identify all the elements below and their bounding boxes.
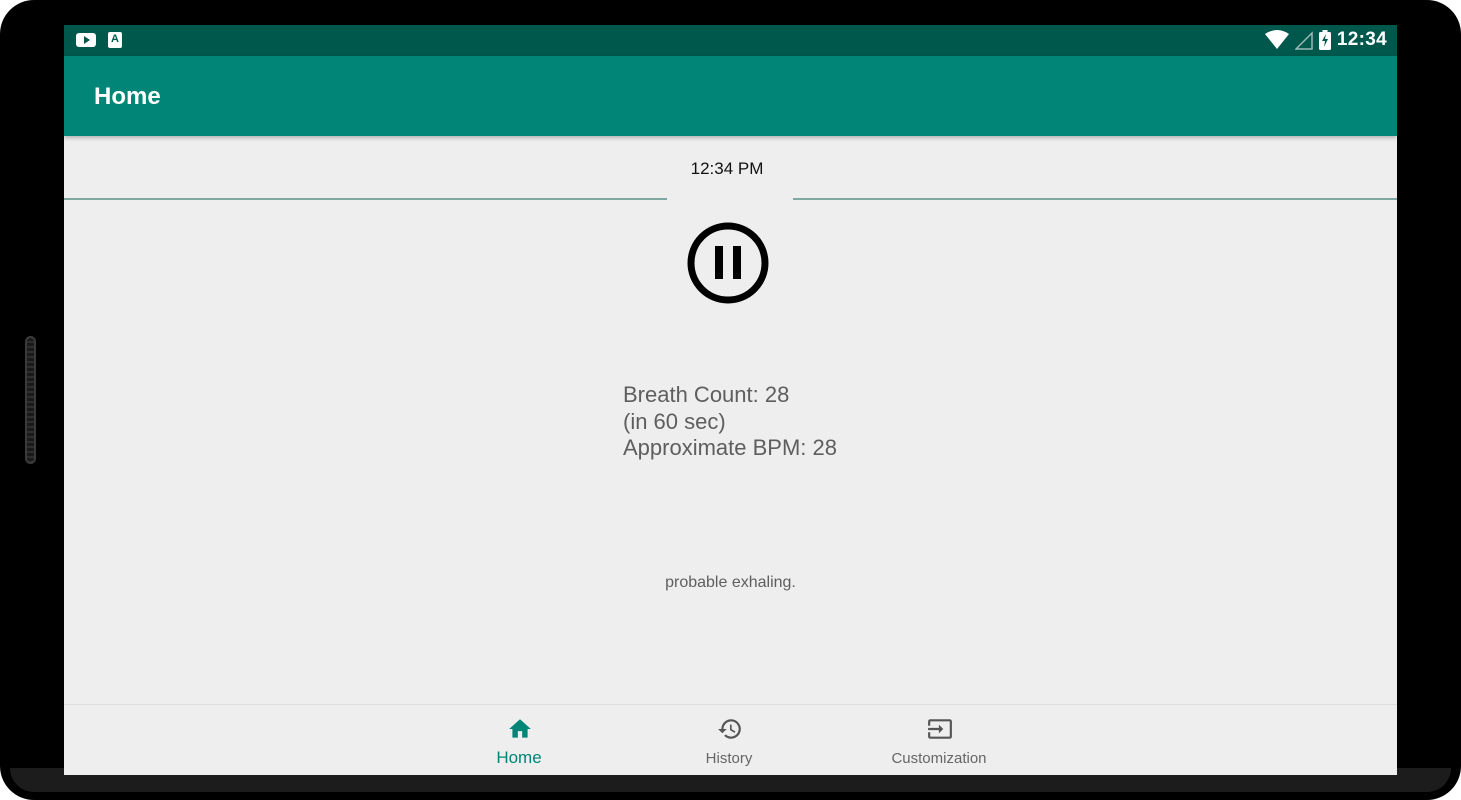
breathing-status-text: probable exhaling. bbox=[665, 574, 796, 591]
input-icon bbox=[928, 719, 952, 739]
cell-signal-icon bbox=[1294, 31, 1313, 50]
bottom-navigation: Home History Customization bbox=[64, 704, 1397, 775]
status-notification-icons: A bbox=[76, 32, 122, 48]
status-clock: 12:34 bbox=[1336, 29, 1387, 50]
pause-button[interactable] bbox=[686, 221, 770, 305]
bpm-text: Approximate BPM: 28 bbox=[623, 435, 837, 460]
divider-right bbox=[793, 198, 1397, 200]
nav-label-home: Home bbox=[496, 748, 542, 767]
breath-info: Breath Count: 28 (in 60 sec) Approximate… bbox=[623, 382, 837, 462]
nav-label-history: History bbox=[705, 750, 753, 767]
current-time-label: 12:34 PM bbox=[690, 159, 764, 178]
app-screen: A 12:34 Home 12:34 PM Breath Count: 28 (… bbox=[64, 25, 1397, 775]
status-system-icons: 12:34 bbox=[1264, 29, 1387, 51]
status-bar: A 12:34 bbox=[64, 25, 1397, 56]
battery-charging-icon bbox=[1318, 30, 1331, 50]
nav-item-home[interactable]: Home bbox=[429, 705, 609, 775]
nav-item-history[interactable]: History bbox=[639, 705, 819, 775]
home-icon bbox=[509, 719, 531, 738]
duration-text: (in 60 sec) bbox=[623, 408, 726, 434]
nav-item-customization[interactable]: Customization bbox=[849, 705, 1029, 775]
nav-label-customization: Customization bbox=[891, 750, 987, 767]
wifi-icon bbox=[1264, 30, 1289, 49]
history-icon bbox=[718, 719, 741, 739]
text-a-icon: A bbox=[108, 32, 122, 48]
device-side-button bbox=[25, 336, 36, 464]
pause-circle-icon bbox=[687, 222, 769, 304]
app-bar: Home bbox=[64, 56, 1397, 136]
divider-left bbox=[64, 198, 667, 200]
device-frame: A 12:34 Home 12:34 PM Breath Count: 28 (… bbox=[0, 0, 1461, 800]
youtube-icon bbox=[76, 33, 96, 47]
app-bar-title: Home bbox=[94, 83, 161, 110]
breath-count-text: Breath Count: 28 bbox=[623, 382, 790, 407]
